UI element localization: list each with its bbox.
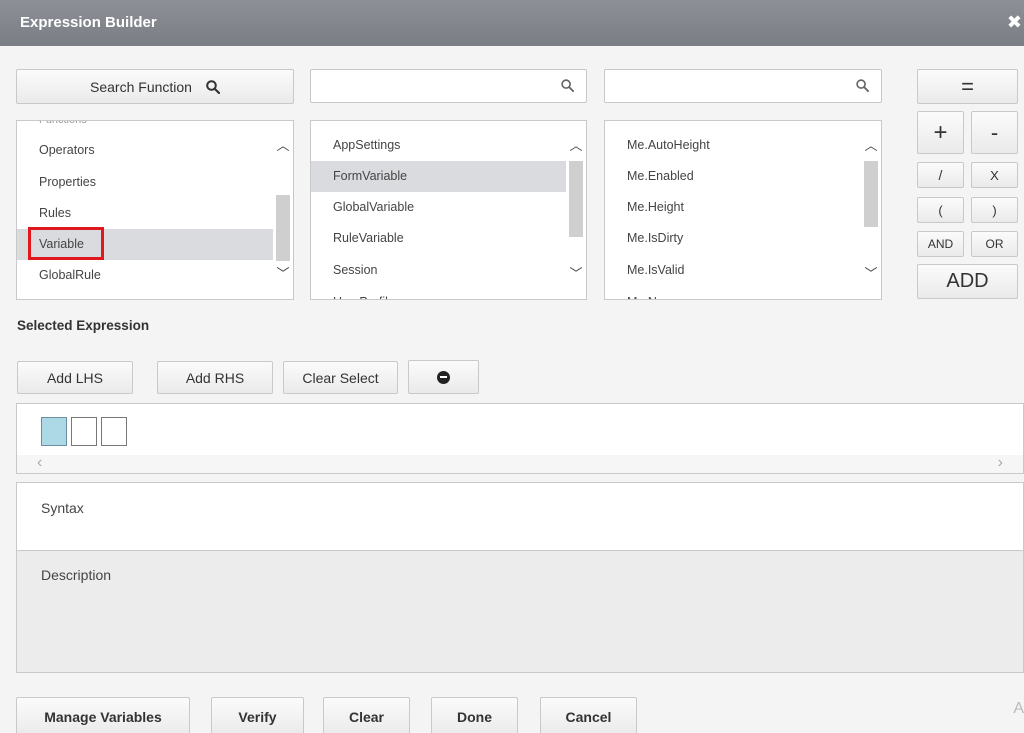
- title-bar: Expression Builder ✖: [0, 0, 1024, 46]
- cancel-button[interactable]: Cancel: [540, 697, 637, 733]
- chevron-up-icon[interactable]: ︿: [569, 135, 583, 154]
- chevron-down-icon[interactable]: ﹀: [276, 263, 290, 282]
- properties-list: Me.AutoHeight Me.Enabled Me.Height Me.Is…: [604, 120, 882, 300]
- syntax-label: Syntax: [41, 500, 84, 516]
- variables-list: AppSettings FormVariable GlobalVariable …: [310, 120, 587, 300]
- highlight-box: [28, 227, 104, 260]
- plus-button[interactable]: +: [917, 111, 964, 154]
- or-button[interactable]: OR: [971, 231, 1018, 257]
- expression-slot[interactable]: [101, 417, 127, 446]
- scrollbar[interactable]: ︿ ﹀: [566, 121, 586, 299]
- list-item[interactable]: Rules: [17, 198, 275, 229]
- list-item-selected[interactable]: FormVariable: [311, 161, 568, 192]
- window-title: Expression Builder: [20, 14, 157, 31]
- list-item[interactable]: Properties: [17, 167, 275, 198]
- description-panel: Description: [16, 550, 1024, 673]
- scrollbar-thumb[interactable]: [569, 161, 583, 237]
- list-item[interactable]: Me.IsValid: [605, 255, 863, 286]
- manage-variables-button[interactable]: Manage Variables: [16, 697, 190, 733]
- scrollbar[interactable]: ︿ ﹀: [273, 121, 293, 299]
- equals-button[interactable]: =: [917, 69, 1018, 104]
- search-icon: [206, 79, 220, 94]
- divide-button[interactable]: /: [917, 162, 964, 188]
- property-search-field: [604, 69, 882, 103]
- expression-slot[interactable]: [71, 417, 97, 446]
- list-item[interactable]: RuleVariable: [311, 223, 568, 254]
- chevron-left-icon[interactable]: ‹: [37, 454, 42, 472]
- selected-expression-label: Selected Expression: [17, 318, 150, 333]
- list-item[interactable]: Me.Name: [605, 287, 863, 299]
- minus-button[interactable]: -: [971, 111, 1018, 154]
- list-item[interactable]: Operators: [17, 135, 275, 166]
- add-rhs-button[interactable]: Add RHS: [157, 361, 273, 394]
- variable-search-field: [310, 69, 587, 103]
- search-function-button[interactable]: Search Function: [16, 69, 294, 104]
- search-icon[interactable]: [856, 79, 869, 92]
- multiply-button[interactable]: X: [971, 162, 1018, 188]
- expression-slot-active[interactable]: [41, 417, 67, 446]
- close-icon[interactable]: ✖: [1007, 12, 1022, 33]
- list-item[interactable]: GlobalRule: [17, 260, 275, 291]
- chevron-up-icon[interactable]: ︿: [276, 135, 290, 154]
- chevron-right-icon[interactable]: ›: [998, 454, 1003, 472]
- syntax-panel: Syntax: [16, 482, 1024, 551]
- add-operator-button[interactable]: ADD: [917, 264, 1018, 299]
- minus-circle-icon: [437, 370, 450, 384]
- description-label: Description: [41, 567, 112, 583]
- search-icon[interactable]: [561, 79, 574, 92]
- expression-canvas: ‹ ›: [16, 403, 1024, 474]
- close-paren-button[interactable]: ): [971, 197, 1018, 223]
- scrollbar-thumb[interactable]: [864, 161, 878, 227]
- list-item[interactable]: AppSettings: [311, 130, 568, 161]
- list-item[interactable]: Me.IsDirty: [605, 223, 863, 254]
- list-item[interactable]: Session: [311, 255, 568, 286]
- list-item[interactable]: Me.Height: [605, 192, 863, 223]
- search-function-label: Search Function: [90, 78, 192, 95]
- horizontal-scrollbar[interactable]: ‹ ›: [17, 454, 1023, 473]
- property-search-input[interactable]: [611, 76, 843, 96]
- list-item[interactable]: UserProfile: [311, 287, 568, 299]
- category-list: Functions Operators Properties Rules Var…: [16, 120, 294, 300]
- remove-button[interactable]: [408, 360, 479, 394]
- open-paren-button[interactable]: (: [917, 197, 964, 223]
- clear-select-button[interactable]: Clear Select: [283, 361, 398, 394]
- list-item[interactable]: Me.AutoHeight: [605, 130, 863, 161]
- chevron-down-icon[interactable]: ﹀: [864, 263, 878, 282]
- done-button[interactable]: Done: [431, 697, 518, 733]
- scrollbar-thumb[interactable]: [276, 195, 290, 261]
- list-item[interactable]: GlobalVariable: [311, 192, 568, 223]
- variable-search-input[interactable]: [317, 76, 548, 96]
- scrollbar[interactable]: ︿ ﹀: [861, 121, 881, 299]
- clear-button[interactable]: Clear: [323, 697, 410, 733]
- verify-button[interactable]: Verify: [211, 697, 304, 733]
- chevron-up-icon[interactable]: ︿: [864, 135, 878, 154]
- list-item[interactable]: Me.Enabled: [605, 161, 863, 192]
- chevron-down-icon[interactable]: ﹀: [569, 263, 583, 282]
- add-lhs-button[interactable]: Add LHS: [17, 361, 133, 394]
- and-button[interactable]: AND: [917, 231, 964, 257]
- edge-text: A: [1013, 700, 1024, 717]
- list-item[interactable]: Functions: [17, 121, 275, 132]
